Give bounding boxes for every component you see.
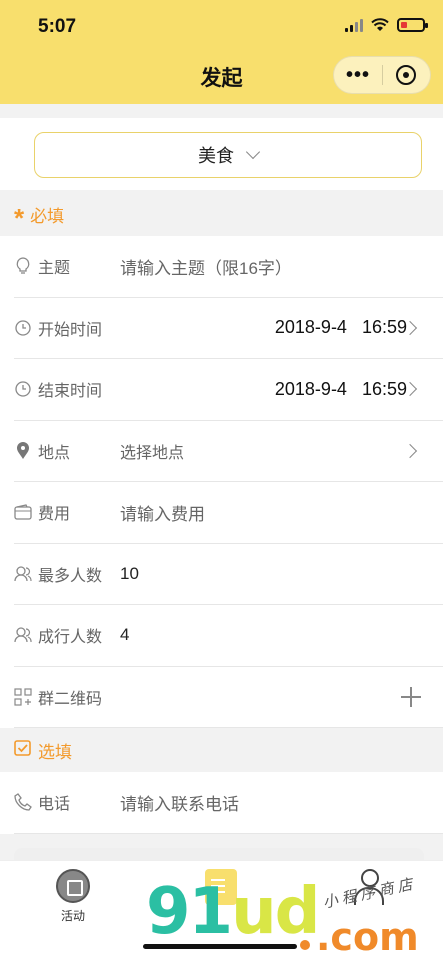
max-people-input[interactable]: 10 xyxy=(120,564,139,584)
phone-input[interactable]: 请输入联系电话 xyxy=(120,790,239,815)
group-qrcode-label: 群二维码 xyxy=(38,690,103,708)
checkbox-icon xyxy=(14,739,32,762)
tab-activity[interactable]: 活动 xyxy=(28,869,118,924)
min-people-label: 成行人数 xyxy=(38,629,103,647)
battery-icon xyxy=(397,18,428,32)
required-section-title: 必填 xyxy=(30,206,65,226)
chevron-down-icon xyxy=(245,144,261,160)
add-qrcode-button[interactable] xyxy=(401,686,421,707)
phone-label: 电话 xyxy=(38,796,71,814)
status-time: 5:07 xyxy=(38,16,77,37)
min-people-input[interactable]: 4 xyxy=(120,625,129,645)
row-subject[interactable]: 主题 请输入主题（限16字） xyxy=(14,236,443,298)
user-icon xyxy=(14,565,32,583)
required-list: 主题 请输入主题（限16字） 开始时间 2018-9-4 16:59 结束时间 … xyxy=(0,236,443,728)
status-icons xyxy=(345,18,428,32)
tab-activity-label: 活动 xyxy=(60,909,85,923)
max-people-label: 最多人数 xyxy=(38,567,103,585)
end-time-label: 结束时间 xyxy=(38,383,103,401)
asterisk-icon: * xyxy=(14,203,25,233)
location-label: 地点 xyxy=(38,444,71,462)
watermark-logo: 91ud xyxy=(146,875,320,949)
wifi-icon xyxy=(371,18,389,31)
clock-icon xyxy=(14,380,32,398)
category-select[interactable]: 美食 xyxy=(34,132,422,178)
row-group-qrcode[interactable]: 群二维码 xyxy=(14,667,443,728)
start-time-value[interactable]: 2018-9-4 16:59 xyxy=(275,317,407,338)
qrcode-icon xyxy=(14,688,32,706)
wallet-icon xyxy=(14,503,32,521)
required-section-header: * 必填 xyxy=(0,192,443,236)
row-phone[interactable]: 电话 请输入联系电话 xyxy=(14,772,443,834)
optional-section-header: 选填 xyxy=(0,728,443,772)
watermark-domain: .com xyxy=(316,915,419,959)
optional-list: 电话 请输入联系电话 xyxy=(0,772,443,834)
gift-icon xyxy=(56,869,90,903)
row-max-people[interactable]: 最多人数 10 xyxy=(14,544,443,605)
signal-icon xyxy=(345,18,363,32)
end-time-value[interactable]: 2018-9-4 16:59 xyxy=(275,379,407,400)
row-start-time[interactable]: 开始时间 2018-9-4 16:59 xyxy=(14,298,443,359)
close-capsule-button[interactable] xyxy=(383,65,430,85)
target-icon xyxy=(396,65,417,85)
user-icon xyxy=(14,626,32,644)
start-time-label: 开始时间 xyxy=(38,321,103,339)
category-section: 美食 xyxy=(0,118,443,190)
subject-input[interactable]: 请输入主题（限16字） xyxy=(120,254,292,279)
row-end-time[interactable]: 结束时间 2018-9-4 16:59 xyxy=(14,359,443,421)
category-label: 美食 xyxy=(198,146,234,166)
chevron-right-icon xyxy=(402,443,418,458)
optional-section-title: 选填 xyxy=(38,742,72,762)
location-icon xyxy=(14,441,32,460)
fee-input[interactable]: 请输入费用 xyxy=(120,500,205,525)
row-location[interactable]: 地点 选择地点 xyxy=(14,421,443,482)
subject-label: 主题 xyxy=(38,260,71,278)
mini-program-capsule: ••• xyxy=(333,56,431,94)
more-button[interactable]: ••• xyxy=(334,56,382,94)
top-header: 5:07 发起 ••• xyxy=(0,0,443,104)
watermark-dot xyxy=(300,940,310,950)
row-min-people[interactable]: 成行人数 4 xyxy=(14,605,443,667)
bulb-icon xyxy=(14,257,32,275)
clock-icon xyxy=(14,319,32,337)
home-indicator xyxy=(143,944,297,949)
phone-icon xyxy=(14,793,32,811)
row-fee[interactable]: 费用 请输入费用 xyxy=(14,482,443,544)
location-picker[interactable]: 选择地点 xyxy=(120,439,184,463)
fee-label: 费用 xyxy=(38,506,71,524)
